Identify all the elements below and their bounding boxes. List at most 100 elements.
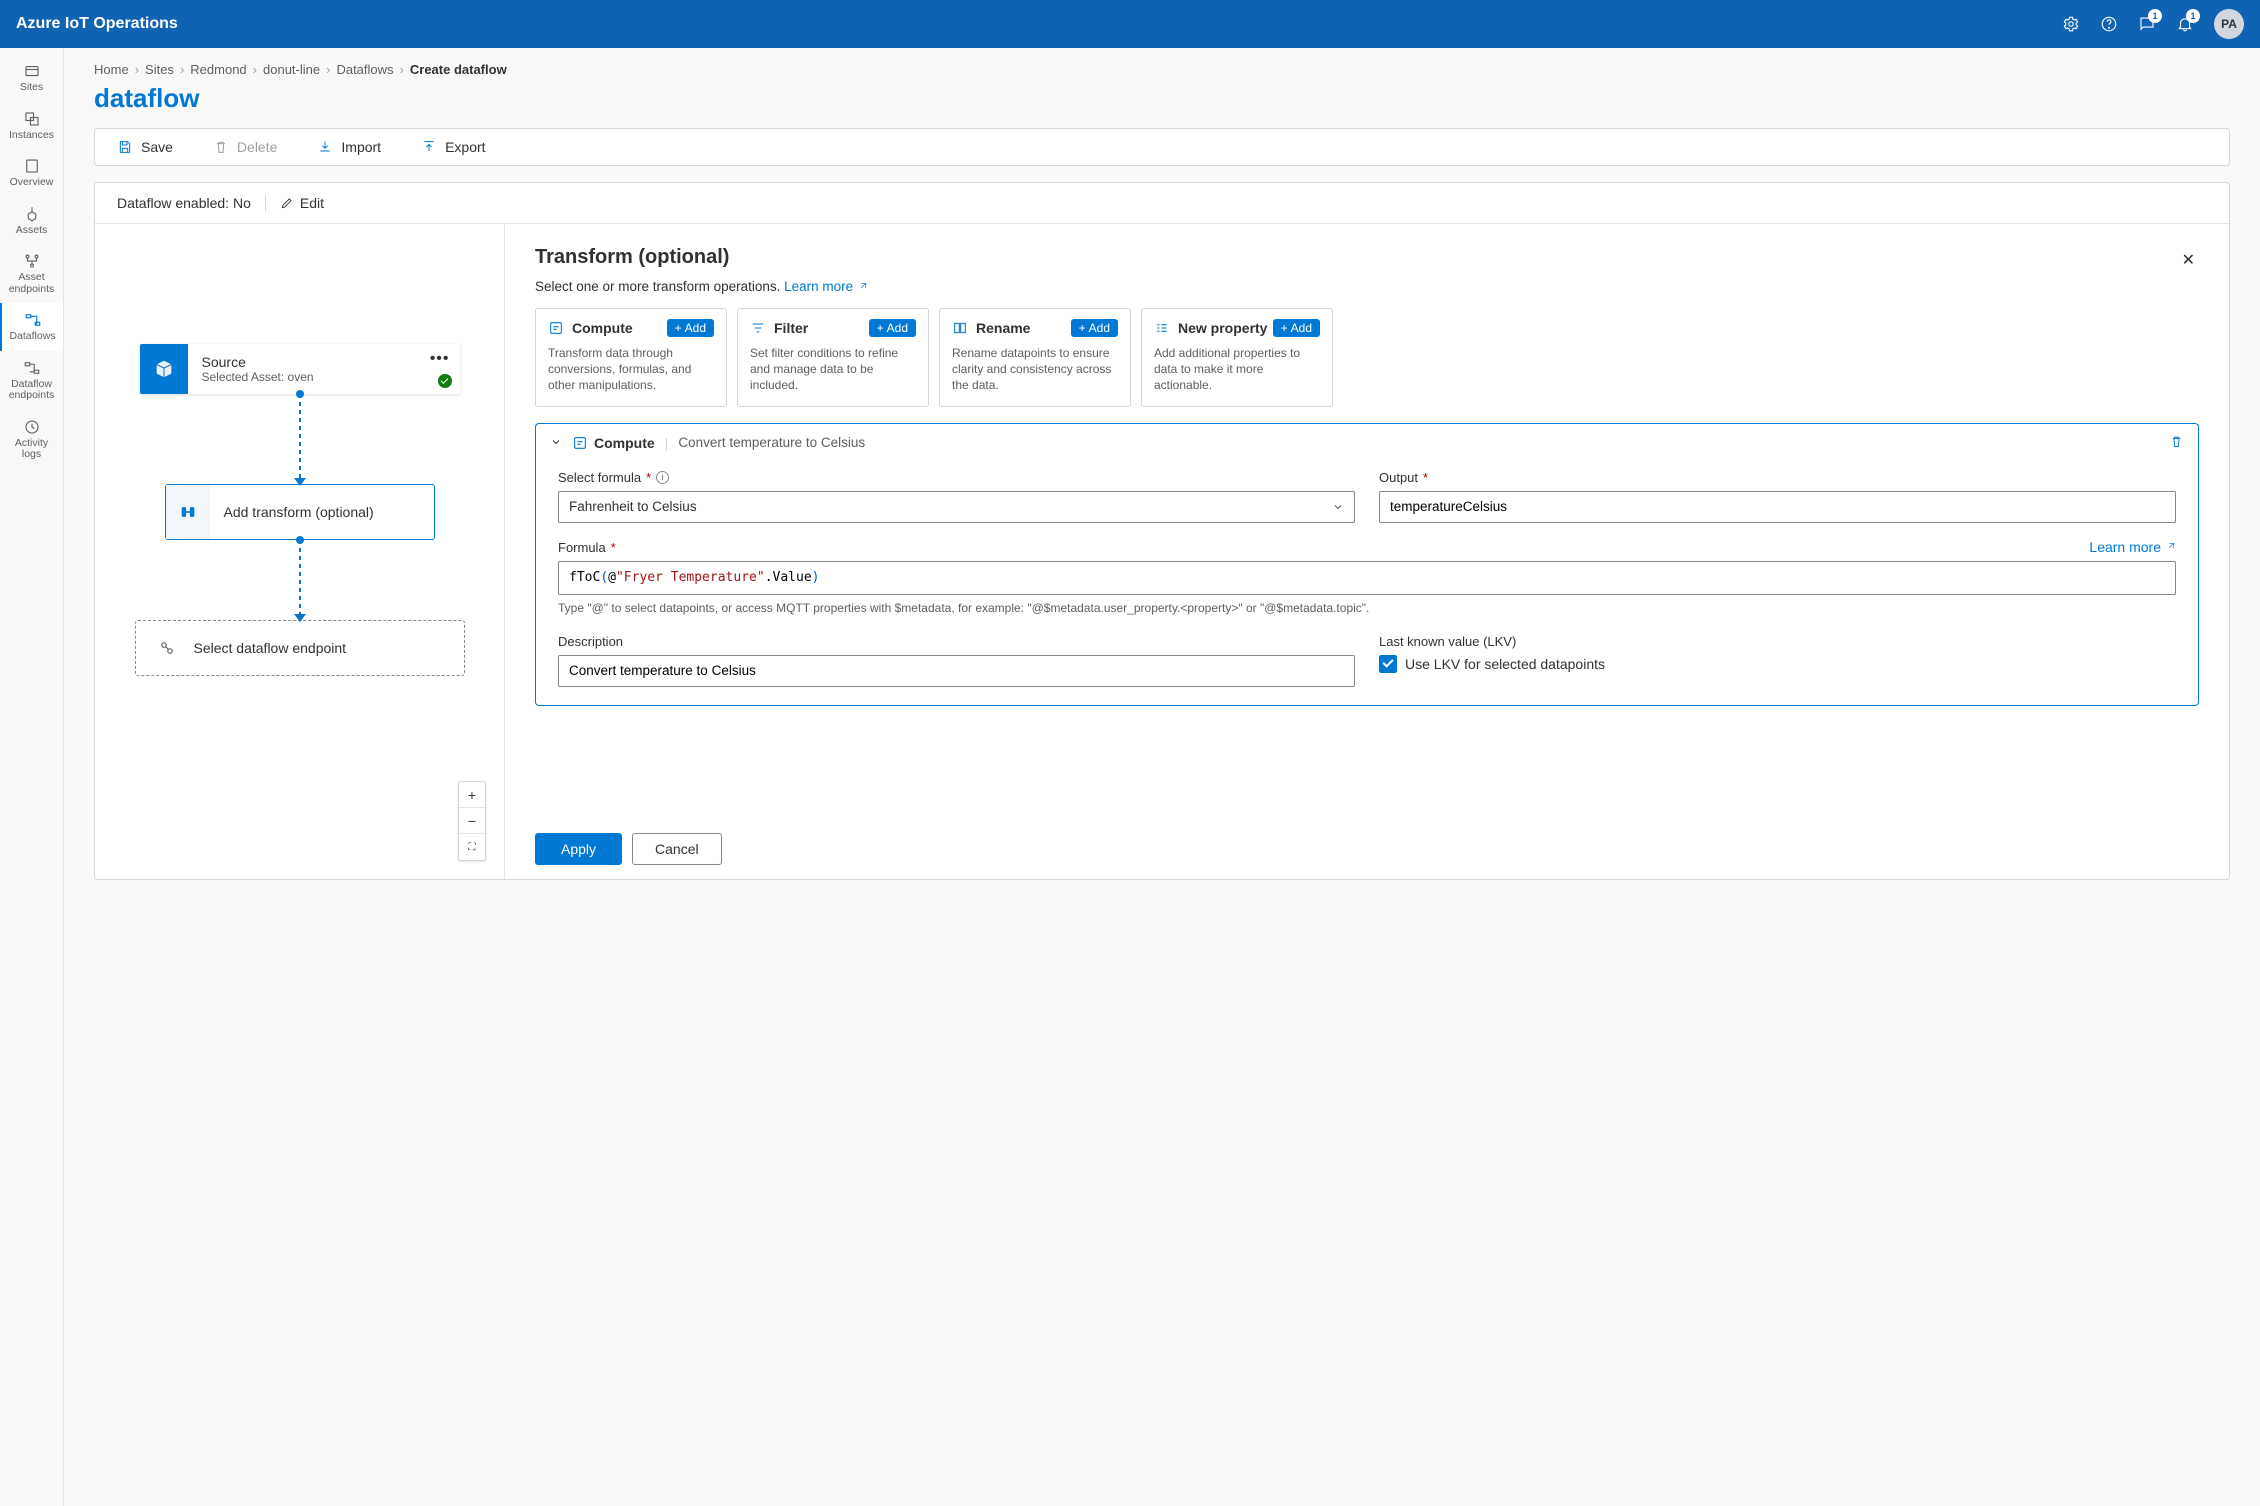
nav-instances[interactable]: Instances — [0, 102, 63, 150]
collapse-button[interactable] — [550, 435, 562, 451]
notifications-icon[interactable]: 1 — [2176, 15, 2194, 33]
close-panel-button[interactable]: ✕ — [2178, 246, 2199, 274]
canvas-card: Dataflow enabled: No Edit S — [94, 182, 2230, 880]
import-button[interactable]: Import — [317, 139, 381, 155]
help-icon[interactable] — [2100, 15, 2118, 33]
asset-endpoints-icon — [23, 252, 41, 270]
add-compute-button[interactable]: + Add — [667, 319, 714, 337]
edit-enabled-button[interactable]: Edit — [265, 195, 324, 211]
lkv-label: Last known value (LKV) — [1379, 634, 1516, 649]
op-card-new-property: New property + Add Add additional proper… — [1141, 308, 1333, 407]
save-button[interactable]: Save — [117, 139, 173, 155]
add-filter-button[interactable]: + Add — [869, 319, 916, 337]
formula-learn-more-link[interactable]: Learn more — [2089, 539, 2176, 555]
panel-title: Transform (optional) — [535, 246, 868, 269]
nav-sites[interactable]: Sites — [0, 54, 63, 102]
panel-footer: Apply Cancel — [505, 819, 2229, 879]
lkv-checkbox-label: Use LKV for selected datapoints — [1405, 656, 1605, 672]
zoom-out-button[interactable]: − — [459, 808, 485, 834]
settings-icon[interactable] — [2062, 15, 2080, 33]
chevron-down-icon — [1332, 501, 1344, 513]
nav-label: Sites — [20, 82, 43, 94]
nav-label: Asset endpoints — [9, 272, 55, 295]
breadcrumb-item[interactable]: Redmond — [190, 62, 246, 77]
op-desc: Transform data through conversions, form… — [548, 345, 714, 394]
endpoint-node[interactable]: Select dataflow endpoint — [135, 620, 465, 676]
transform-node[interactable]: Add transform (optional) — [165, 484, 435, 540]
nav-label: Overview — [10, 177, 54, 189]
nav-label: Instances — [9, 130, 54, 142]
source-node[interactable]: Source Selected Asset: oven ••• — [140, 344, 460, 394]
new-property-icon — [1154, 320, 1170, 336]
zoom-in-button[interactable]: + — [459, 782, 485, 808]
breadcrumb-item[interactable]: donut-line — [263, 62, 320, 77]
side-nav: Sites Instances Overview Assets Asset en… — [0, 48, 64, 1506]
avatar[interactable]: PA — [2214, 9, 2244, 39]
source-node-title: Source — [202, 354, 446, 370]
cancel-button[interactable]: Cancel — [632, 833, 722, 865]
endpoint-icon — [158, 639, 176, 657]
output-input[interactable] — [1379, 491, 2176, 523]
status-ok-icon — [438, 374, 452, 388]
toolbar: Save Delete Import Export — [94, 128, 2230, 166]
rename-icon — [952, 320, 968, 336]
breadcrumb-item[interactable]: Home — [94, 62, 129, 77]
info-icon[interactable]: i — [656, 471, 669, 484]
description-label: Description — [558, 634, 623, 649]
main-content: Home› Sites› Redmond› donut-line› Datafl… — [64, 48, 2260, 1506]
assets-icon — [23, 205, 41, 223]
breadcrumb-item[interactable]: Sites — [145, 62, 174, 77]
op-desc: Add additional properties to data to mak… — [1154, 345, 1320, 394]
source-node-menu[interactable]: ••• — [430, 350, 450, 368]
nav-dataflows[interactable]: Dataflows — [0, 303, 63, 351]
add-rename-button[interactable]: + Add — [1071, 319, 1118, 337]
nav-dataflow-endpoints[interactable]: Dataflow endpoints — [0, 351, 63, 410]
feedback-icon[interactable]: 1 — [2138, 15, 2156, 33]
panel-subtitle: Select one or more transform operations. — [535, 279, 780, 294]
delete-button: Delete — [213, 139, 277, 155]
activity-logs-icon — [23, 418, 41, 436]
op-desc: Set filter conditions to refine and mana… — [750, 345, 916, 394]
nav-label: Activity logs — [15, 438, 48, 461]
op-desc: Rename datapoints to ensure clarity and … — [952, 345, 1118, 394]
nav-overview[interactable]: Overview — [0, 149, 63, 197]
op-card-filter: Filter + Add Set filter conditions to re… — [737, 308, 929, 407]
lkv-checkbox[interactable] — [1379, 655, 1397, 673]
export-button[interactable]: Export — [421, 139, 485, 155]
nav-asset-endpoints[interactable]: Asset endpoints — [0, 244, 63, 303]
select-formula-label: Select formula — [558, 470, 641, 485]
instances-icon — [23, 110, 41, 128]
step-name: Convert temperature to Celsius — [678, 435, 865, 450]
delete-step-button[interactable] — [2169, 434, 2184, 452]
breadcrumb-item[interactable]: Dataflows — [336, 62, 393, 77]
nav-assets[interactable]: Assets — [0, 197, 63, 245]
source-node-subtitle: Selected Asset: oven — [202, 370, 446, 384]
apply-button[interactable]: Apply — [535, 833, 622, 865]
flow-canvas[interactable]: Source Selected Asset: oven ••• Add tran — [95, 224, 505, 879]
filter-icon — [750, 320, 766, 336]
endpoint-node-label: Select dataflow endpoint — [194, 640, 347, 656]
op-card-rename: Rename + Add Rename datapoints to ensure… — [939, 308, 1131, 407]
top-header: Azure IoT Operations 1 1 PA — [0, 0, 2260, 48]
dataflows-icon — [24, 311, 42, 329]
zoom-controls: + − ⛶ — [458, 781, 486, 861]
dataflow-endpoints-icon — [23, 359, 41, 377]
formula-label: Formula — [558, 540, 606, 555]
op-card-compute: Compute + Add Transform data through con… — [535, 308, 727, 407]
transform-panel: Transform (optional) Select one or more … — [505, 224, 2229, 879]
formula-input[interactable]: fToC(@"Fryer Temperature".Value) — [558, 561, 2176, 595]
select-formula-dropdown[interactable]: Fahrenheit to Celsius — [558, 491, 1355, 523]
learn-more-link[interactable]: Learn more — [784, 279, 868, 294]
compute-icon — [548, 320, 564, 336]
breadcrumb-current: Create dataflow — [410, 62, 507, 77]
nav-activity-logs[interactable]: Activity logs — [0, 410, 63, 469]
add-new-property-button[interactable]: + Add — [1273, 319, 1320, 337]
dataflow-enabled-label: Dataflow enabled: No — [117, 195, 251, 211]
zoom-fit-button[interactable]: ⛶ — [459, 834, 485, 860]
compute-step: Compute | Convert temperature to Celsius… — [535, 423, 2199, 706]
description-input[interactable] — [558, 655, 1355, 687]
sites-icon — [23, 62, 41, 80]
nav-label: Assets — [16, 225, 48, 237]
step-kind: Compute — [572, 435, 655, 451]
app-title: Azure IoT Operations — [16, 15, 178, 33]
